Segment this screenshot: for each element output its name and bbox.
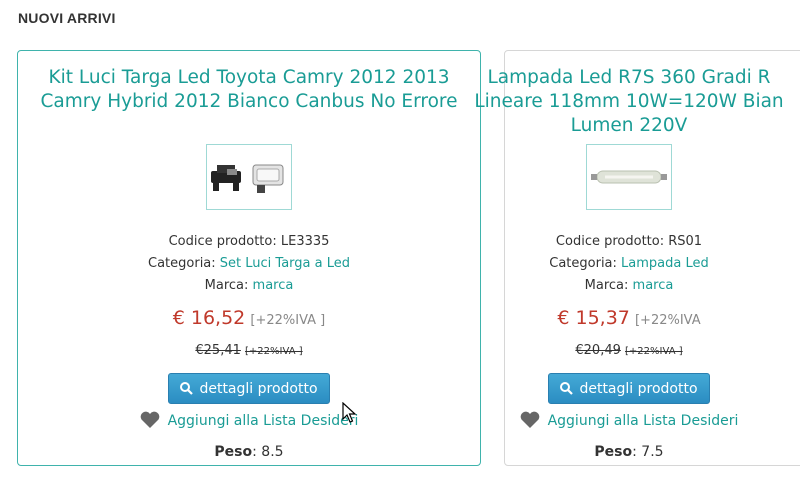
price: € 16,52 bbox=[172, 307, 246, 329]
old-price: €25,41 bbox=[195, 343, 241, 358]
brand-label: Marca: bbox=[584, 278, 633, 293]
category-link[interactable]: Lampada Led bbox=[621, 256, 709, 271]
product-code: RS01 bbox=[668, 234, 703, 249]
product-code: LE3335 bbox=[280, 234, 330, 249]
product-brand-row: Marca: marca bbox=[397, 278, 800, 293]
vat-note: [+22%IVA bbox=[634, 313, 701, 328]
brand-link[interactable]: marca bbox=[253, 278, 294, 293]
brand-link[interactable]: marca bbox=[633, 278, 674, 293]
details-label: dettagli prodotto bbox=[579, 380, 698, 397]
product-code-row: Codice prodotto: RS01 bbox=[397, 234, 800, 249]
vat-note: [+22%IVA ] bbox=[250, 313, 326, 328]
weight-value: : 7.5 bbox=[632, 444, 664, 460]
category-label: Categoria: bbox=[148, 256, 220, 271]
weight-value: : 8.5 bbox=[252, 444, 284, 460]
old-price-row: €20,49 [+22%IVA ] bbox=[397, 343, 800, 358]
product-details-button[interactable]: dettagli prodotto bbox=[168, 373, 330, 404]
wishlist-label: Aggiungi alla Lista Desideri bbox=[547, 413, 739, 429]
zoom-icon bbox=[560, 382, 574, 395]
product-card: Lampada Led R7S 360 Gradi R Lineare 118m… bbox=[474, 50, 800, 466]
price-row: € 15,37 [+22%IVA bbox=[397, 307, 800, 329]
price: € 15,37 bbox=[557, 307, 630, 329]
heart-icon bbox=[520, 411, 540, 432]
heart-icon bbox=[140, 411, 160, 432]
category-label: Categoria: bbox=[549, 256, 622, 271]
brand-label: Marca: bbox=[204, 278, 253, 293]
weight-label: Peso bbox=[594, 444, 633, 460]
code-label: Codice prodotto: bbox=[168, 234, 281, 249]
product-details-button[interactable]: dettagli prodotto bbox=[548, 373, 710, 404]
old-vat-note: [+22%IVA ] bbox=[245, 346, 303, 357]
product-image[interactable] bbox=[586, 144, 672, 210]
wishlist-link[interactable]: Aggiungi alla Lista Desideri bbox=[397, 411, 800, 432]
mouse-cursor-icon bbox=[342, 401, 358, 428]
product-category-row: Categoria: Lampada Led bbox=[397, 256, 800, 271]
zoom-icon bbox=[180, 382, 194, 395]
category-link[interactable]: Set Luci Targa a Led bbox=[220, 256, 350, 271]
section-title: NUOVI ARRIVI bbox=[18, 10, 116, 26]
product-image[interactable] bbox=[206, 144, 292, 210]
code-label: Codice prodotto: bbox=[555, 234, 669, 249]
details-label: dettagli prodotto bbox=[199, 380, 318, 397]
weight-label: Peso bbox=[214, 444, 253, 460]
product-title[interactable]: Lampada Led R7S 360 Gradi R Lineare 118m… bbox=[397, 66, 800, 138]
old-price: €20,49 bbox=[575, 343, 621, 358]
weight-row: Peso: 7.5 bbox=[397, 444, 800, 460]
wishlist-label: Aggiungi alla Lista Desideri bbox=[167, 413, 359, 429]
old-vat-note: [+22%IVA ] bbox=[625, 346, 683, 357]
